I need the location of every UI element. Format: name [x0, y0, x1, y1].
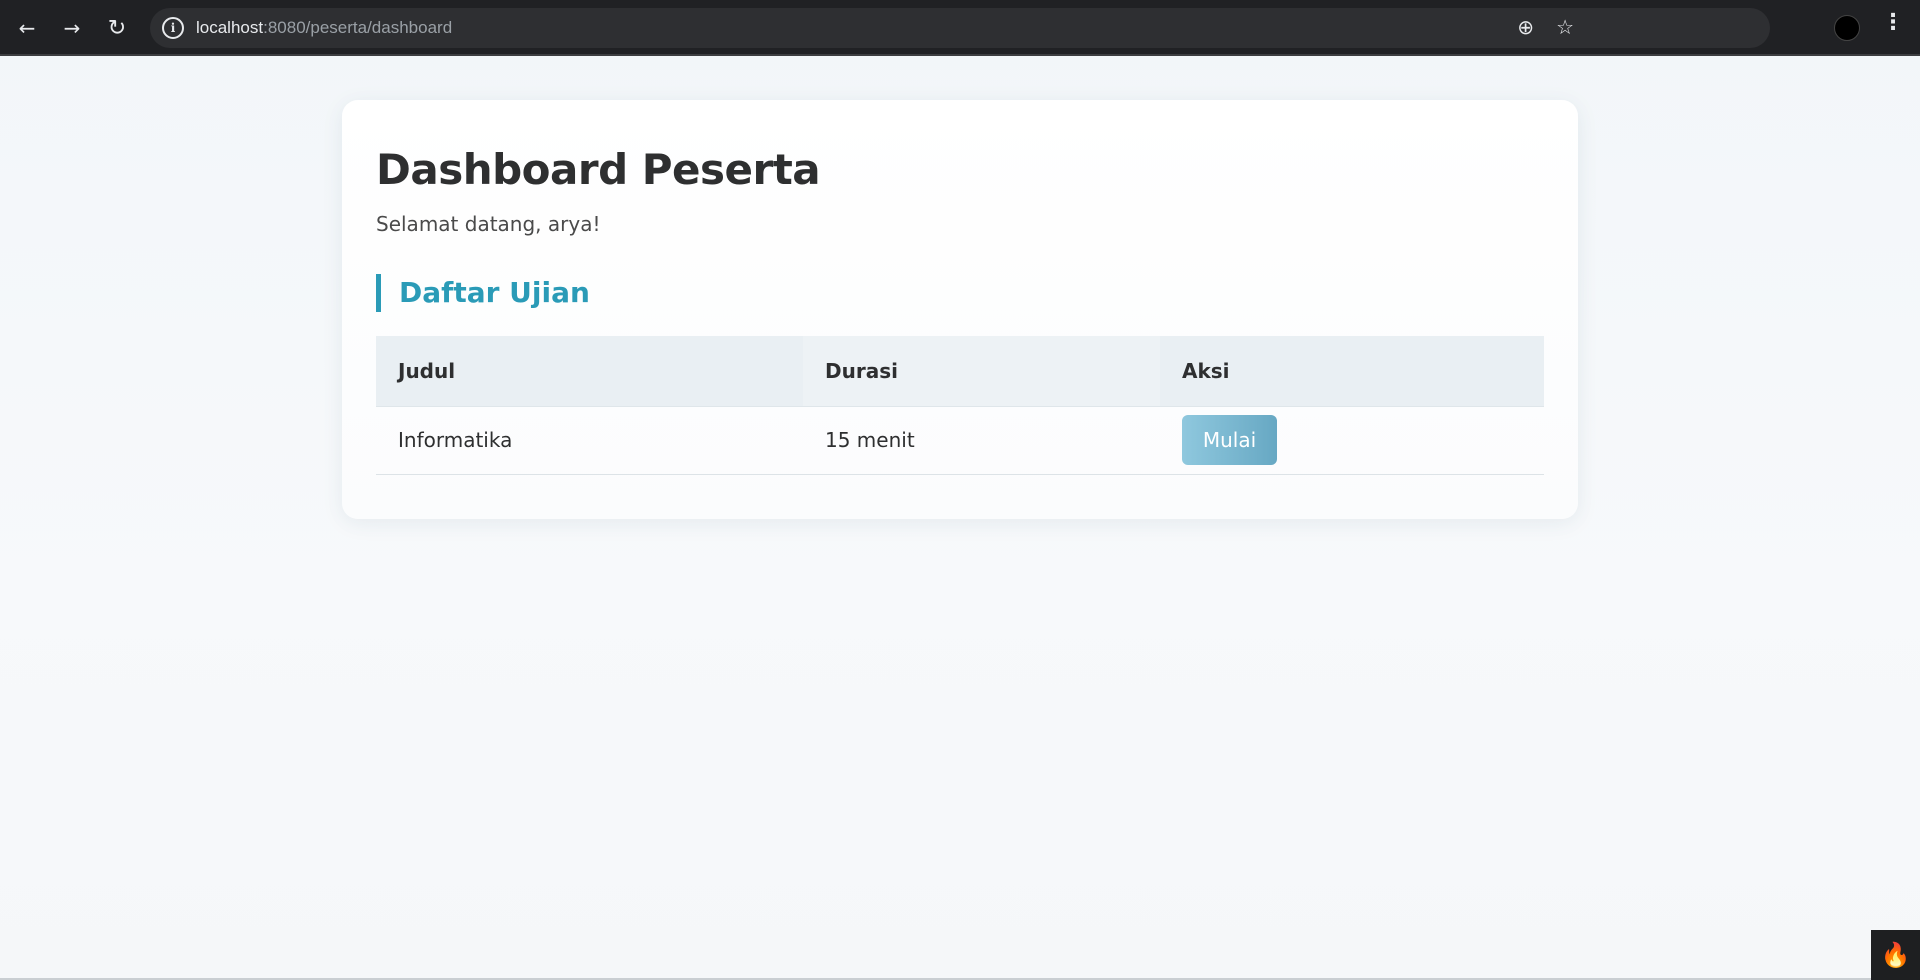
start-exam-button[interactable]: Mulai — [1182, 415, 1277, 466]
more-menu-icon[interactable]: ⋮ — [1882, 12, 1904, 34]
url-host: localhost — [196, 18, 264, 37]
cell-judul: Informatika — [376, 406, 803, 475]
debug-toolbar-flame-icon[interactable]: 🔥 — [1871, 930, 1920, 980]
forward-arrow-icon[interactable]: → — [55, 11, 89, 45]
table-header-row: Judul Durasi Aksi — [376, 336, 1544, 407]
header-aksi: Aksi — [1160, 336, 1544, 407]
section-title-daftar-ujian: Daftar Ujian — [376, 274, 1544, 313]
dashboard-card: Dashboard Peserta Selamat datang, arya! … — [342, 100, 1578, 519]
address-bar[interactable]: i localhost:8080/peserta/dashboard ⊕ ☆ — [150, 8, 1770, 48]
cell-aksi: Mulai — [1160, 406, 1544, 475]
back-arrow-icon[interactable]: ← — [10, 11, 44, 45]
page-title: Dashboard Peserta — [376, 145, 821, 194]
table-row: Informatika 15 menit Mulai — [376, 406, 1544, 475]
header-judul: Judul — [376, 336, 803, 407]
exam-table: Judul Durasi Aksi Informatika 15 menit M… — [376, 336, 1544, 475]
header-durasi: Durasi — [803, 336, 1160, 407]
browser-toolbar: ← → ↻ i localhost:8080/peserta/dashboard… — [0, 0, 1920, 56]
cell-durasi: 15 menit — [803, 406, 1160, 475]
zoom-icon[interactable]: ⊕ — [1517, 15, 1534, 39]
profile-avatar-icon[interactable] — [1834, 15, 1860, 41]
url-path: :8080/peserta/dashboard — [263, 18, 453, 37]
reload-icon[interactable]: ↻ — [100, 11, 134, 45]
url-text[interactable]: localhost:8080/peserta/dashboard — [196, 18, 452, 38]
bookmark-star-icon[interactable]: ☆ — [1556, 15, 1574, 39]
welcome-message: Selamat datang, arya! — [376, 212, 601, 237]
site-info-icon[interactable]: i — [162, 17, 184, 39]
